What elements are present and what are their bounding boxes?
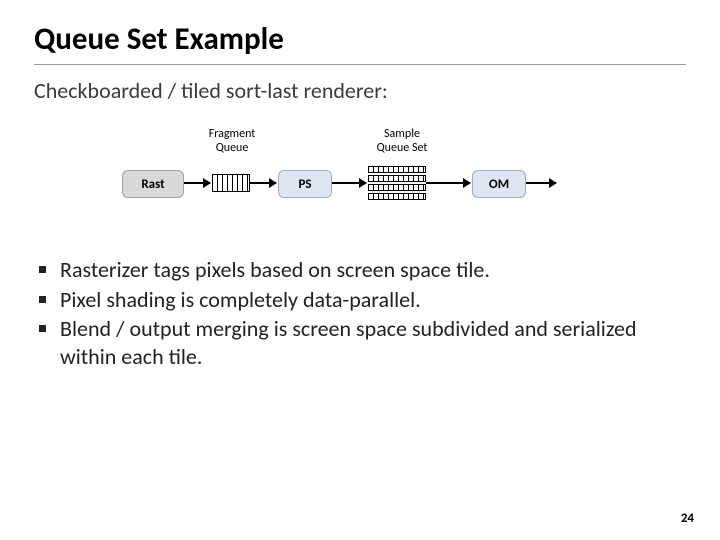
pipeline-diagram: Fragment Queue Sample Queue Set Rast PS …: [34, 122, 686, 232]
fragment-queue: [212, 174, 250, 192]
page-number: 24: [681, 511, 694, 526]
node-rast: Rast: [122, 170, 184, 198]
connector-queue-to-ps: [250, 182, 276, 184]
connector-om-out: [526, 182, 556, 184]
subtitle: Checkboarded / tiled sort-last renderer:: [34, 77, 686, 104]
page-title: Queue Set Example: [34, 20, 686, 58]
sample-queue-set-label: Sample Queue Set: [368, 128, 436, 156]
connector-rast-to-queue: [184, 182, 210, 184]
divider: [34, 64, 686, 65]
sample-queue-set: [368, 166, 426, 200]
list-item: Pixel shading is completely data-paralle…: [60, 286, 686, 314]
node-ps: PS: [278, 170, 332, 198]
list-item: Blend / output merging is screen space s…: [60, 315, 686, 370]
node-om: OM: [472, 170, 526, 198]
bullet-list: Rasterizer tags pixels based on screen s…: [34, 256, 686, 370]
connector-qset-to-om: [426, 182, 470, 184]
list-item: Rasterizer tags pixels based on screen s…: [60, 256, 686, 284]
connector-ps-to-qset: [332, 182, 366, 184]
fragment-queue-label: Fragment Queue: [198, 128, 266, 156]
